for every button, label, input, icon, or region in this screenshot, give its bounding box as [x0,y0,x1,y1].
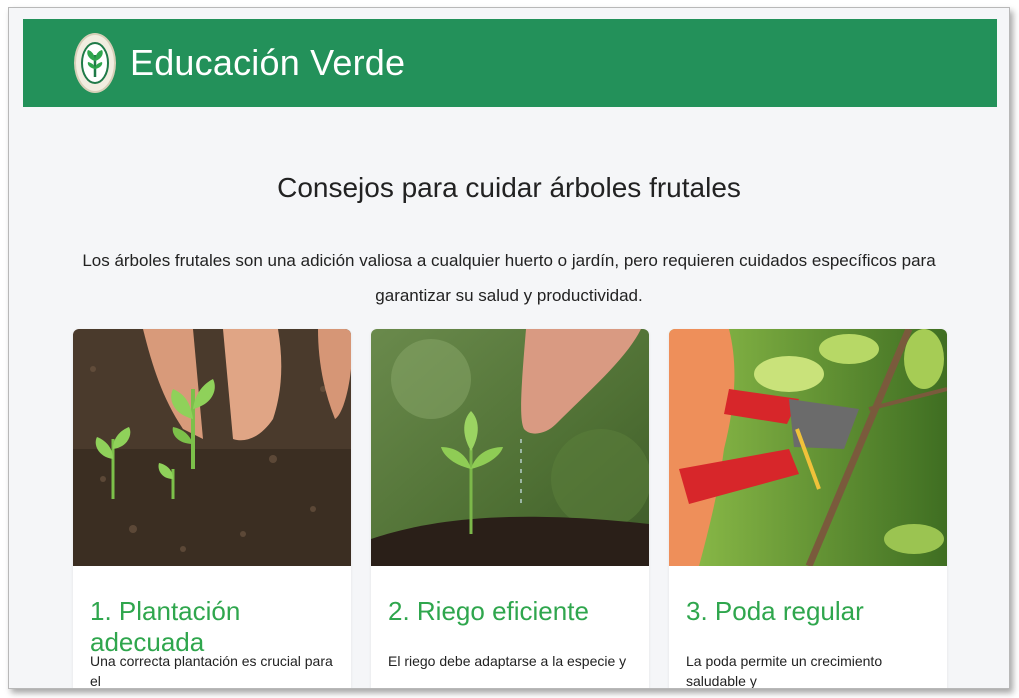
card-title[interactable]: 3. Poda regular [686,596,864,627]
card-text: El riego debe adaptarse a la especie y [388,653,627,669]
intro-paragraph: Los árboles frutales son una adición val… [82,251,936,305]
site-header: Educación Verde [23,19,997,107]
pruning-shears-image [669,329,947,566]
tip-card-watering[interactable]: 2. Riego eficiente El riego debe adaptar… [371,329,649,688]
card-title[interactable]: 1. Plantación adecuada [90,596,351,658]
page-title: Consejos para cuidar árboles frutales [277,172,741,203]
card-text: La poda permite un crecimiento saludable… [686,653,883,689]
watering-sprout-image [371,329,649,566]
sprout-logo-icon[interactable] [74,33,116,93]
card-text: Una correcta plantación es crucial para … [90,653,333,689]
tip-card-pruning[interactable]: 3. Poda regular La poda permite un creci… [669,329,947,689]
tip-card-planting[interactable]: 1. Plantación adecuada Una correcta plan… [73,329,351,689]
card-title[interactable]: 2. Riego eficiente [388,596,589,627]
site-brand[interactable]: Educación Verde [130,42,405,84]
browser-frame: Educación Verde Consejos para cuidar árb… [8,7,1010,689]
planting-seedlings-image [73,329,351,566]
